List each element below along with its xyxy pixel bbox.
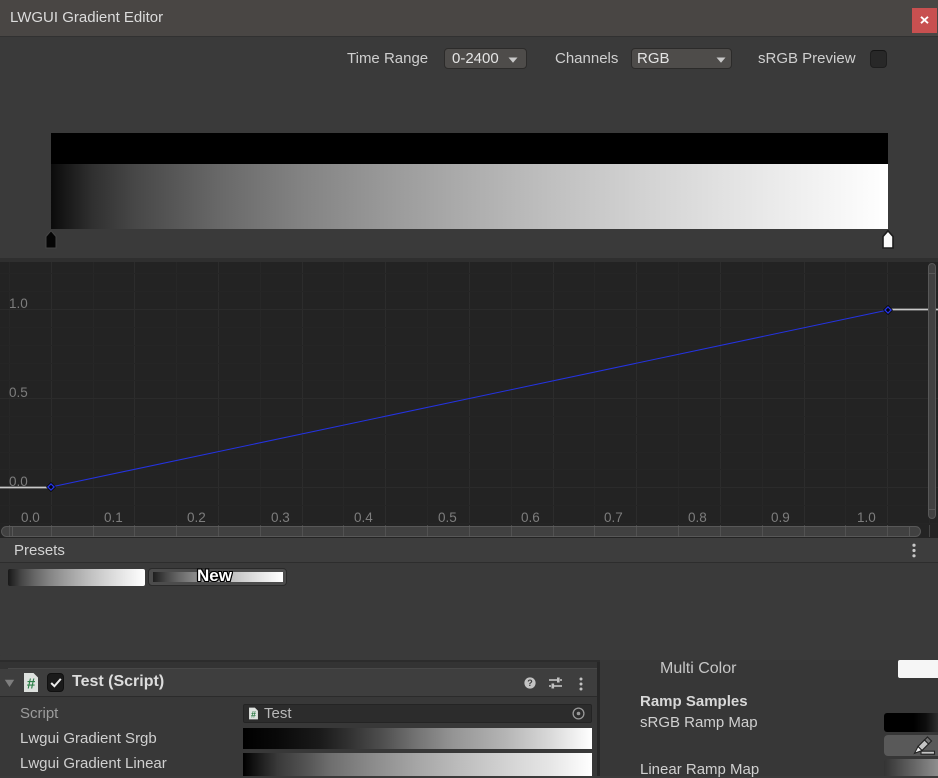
svg-text:0.9: 0.9 [771,510,790,524]
svg-text:0.0: 0.0 [21,510,40,524]
svg-text:0.8: 0.8 [688,510,707,524]
svg-text:#: # [27,676,36,693]
svg-text:1.0: 1.0 [857,510,876,524]
svg-text:0.6: 0.6 [521,510,540,524]
svg-text:0.1: 0.1 [104,510,123,524]
svg-text:0.7: 0.7 [604,510,623,524]
svg-text:0.5: 0.5 [9,385,28,400]
svg-text:0.5: 0.5 [438,510,457,524]
svg-text:0.2: 0.2 [187,510,206,524]
svg-text:0.3: 0.3 [271,510,290,524]
svg-text:?: ? [527,678,533,688]
svg-text:#: # [251,709,256,719]
svg-text:1.0: 1.0 [9,296,28,311]
svg-text:0.4: 0.4 [354,510,373,524]
